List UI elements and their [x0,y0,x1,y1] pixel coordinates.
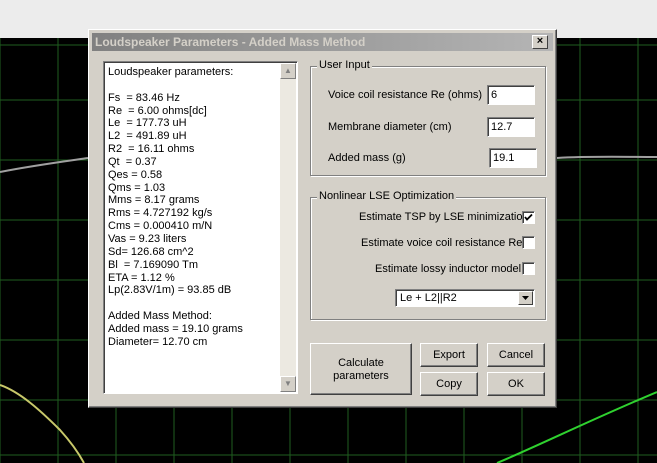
calculate-label-line1: Calculate [338,357,384,369]
results-textarea[interactable]: Loudspeaker parameters: Fs = 83.46 Hz Re … [103,61,298,394]
result-line: Added mass = 19.10 grams [108,322,243,335]
estimate-re-label: Estimate voice coil resistance Re [361,237,523,249]
result-line: Re = 6.00 ohms[dc] [108,104,207,117]
result-line: Lp(2.83V/1m) = 93.85 dB [108,284,232,297]
inductor-model-select[interactable]: Le + L2||R2 [395,289,535,307]
loudspeaker-parameters-dialog: Loudspeaker Parameters - Added Mass Meth… [88,29,557,408]
user-input-group-label: User Input [317,59,372,71]
result-line: Vas = 9.23 liters [108,232,187,245]
result-line: Added Mass Method: [108,310,212,323]
calculate-label-line2: parameters [333,370,389,382]
result-line [108,297,280,310]
title-bar: Loudspeaker Parameters - Added Mass Meth… [92,33,553,51]
estimate-re-checkbox[interactable] [522,236,535,249]
checkmark-icon [524,213,533,221]
result-line: Qt = 0.37 [108,155,157,168]
vertical-scrollbar[interactable]: ▲ ▼ [280,63,296,392]
result-line [108,79,280,92]
result-line: Fs = 83.46 Hz [108,91,180,104]
result-line: Bl = 7.169090 Tm [108,258,198,271]
re-input[interactable]: 6 [487,85,535,105]
calculate-parameters-button[interactable]: Calculate parameters [310,343,412,395]
window-title: Loudspeaker Parameters - Added Mass Meth… [95,35,366,49]
diameter-input[interactable]: 12.7 [487,117,535,137]
copy-button[interactable]: Copy [420,372,478,396]
result-line: L2 = 491.89 uH [108,130,187,143]
added-mass-input[interactable]: 19.1 [489,148,537,168]
ok-button[interactable]: OK [487,372,545,396]
result-line: Rms = 4.727192 kg/s [108,207,213,220]
scroll-down-icon[interactable]: ▼ [280,376,296,392]
diameter-label: Membrane diameter (cm) [328,121,452,133]
result-line: Le = 177.73 uH [108,117,187,130]
estimate-lossy-checkbox[interactable] [522,262,535,275]
result-line: Cms = 0.000410 m/N [108,220,213,233]
estimate-tsp-checkbox[interactable] [522,211,535,224]
export-button[interactable]: Export [420,343,478,367]
cancel-button[interactable]: Cancel [487,343,545,367]
added-mass-label: Added mass (g) [328,152,406,164]
result-line: R2 = 16.11 ohms [108,143,195,156]
re-label: Voice coil resistance Re (ohms) [328,89,483,101]
result-line: Sd= 126.68 cm^2 [108,245,194,258]
scroll-up-icon[interactable]: ▲ [280,63,296,79]
result-line: Qms = 1.03 [108,181,166,194]
result-line: Loudspeaker parameters: [108,66,234,78]
estimate-lossy-label: Estimate lossy inductor model [375,263,522,275]
inductor-model-value: Le + L2||R2 [400,292,457,304]
result-line: Qes = 0.58 [108,168,163,181]
lse-group-label: Nonlinear LSE Optimization [317,190,457,202]
result-line: Diameter= 12.70 cm [108,335,208,348]
close-icon: × [536,35,544,47]
result-line: ETA = 1.12 % [108,271,175,284]
estimate-tsp-label: Estimate TSP by LSE minimization [359,211,529,223]
chevron-down-icon[interactable] [518,291,533,305]
results-text: Loudspeaker parameters: Fs = 83.46 Hz Re … [108,66,280,349]
close-button[interactable]: × [532,35,548,49]
result-line: Mms = 8.17 grams [108,194,200,207]
